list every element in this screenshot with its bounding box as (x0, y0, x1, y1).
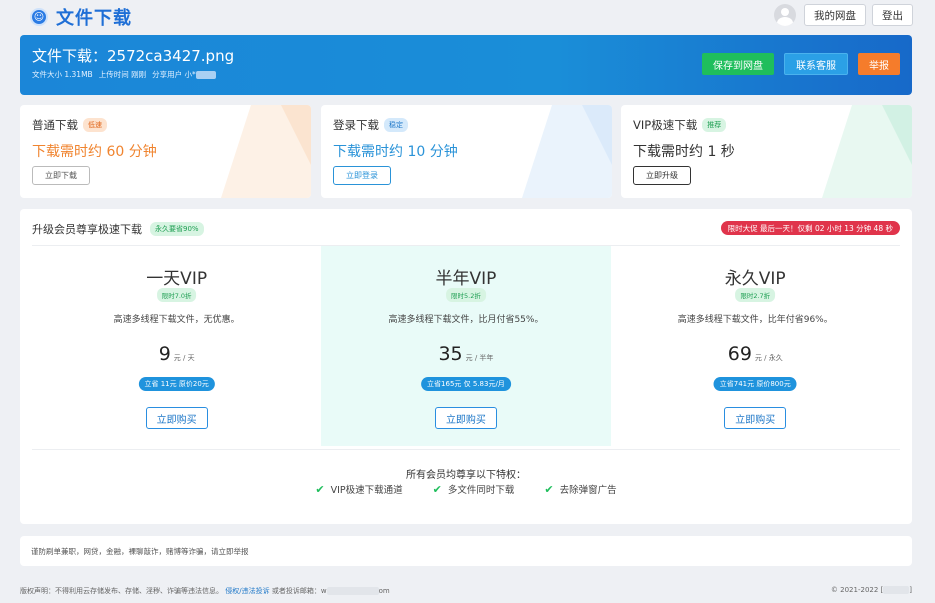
email-end: om (378, 587, 390, 595)
plan-forever: 永久VIP 限时2.7折 高速多线程下载文件，比年付省96%。 69 元 / 永久… (611, 246, 900, 446)
download-time: 下载需时约 10 分钟 (333, 144, 458, 160)
card-header: 登录下载 稳定 (333, 117, 408, 133)
price-unit: 元 / 半年 (465, 354, 494, 362)
plan-name: 永久VIP (724, 269, 786, 289)
avatar[interactable] (774, 4, 796, 26)
upgrade-now-button[interactable]: 立即升级 (633, 166, 691, 185)
plan-day: 一天VIP 限时7.0折 高速多线程下载文件，无优惠。 9元 / 天 立省 11… (32, 246, 321, 446)
check-icon: ✔ (544, 482, 554, 496)
plan-description: 高速多线程下载文件，无优惠。 (113, 315, 240, 325)
contact-service-button[interactable]: 联系客服 (784, 53, 848, 75)
complaint-link[interactable]: 侵权/违法投诉 (225, 587, 269, 595)
file-size: 文件大小 1.31MB (32, 70, 93, 79)
plan-name: 半年VIP (435, 269, 497, 289)
upload-time: 上传时间 刚刚 (98, 70, 147, 79)
my-disk-button[interactable]: 我的网盘 (804, 4, 866, 26)
card-title: VIP极速下载 (633, 118, 698, 132)
file-title: 文件下载：2572ca3427.png (32, 47, 235, 65)
login-now-button[interactable]: 立即登录 (333, 166, 391, 185)
speed-tag: 稳定 (384, 118, 408, 132)
footer-text: 版权声明：不得利用云存储发布、存储、淫秽、诈骗等违法信息。 (20, 587, 223, 595)
perk-label: 去除弹窗广告 (559, 485, 617, 496)
plan-price: 35 元 / 半年 (321, 343, 610, 365)
copyright: © 2021-2022 [] (831, 586, 912, 594)
sharer-info: 分享用户 小* (152, 69, 216, 80)
blurred-site-name (883, 586, 910, 594)
notice-text: 谨防刷单兼职，网贷，金融，裸聊敲诈，赌博等诈骗，请立即举报 (31, 547, 249, 556)
check-icon: ✔ (432, 482, 442, 496)
plan-price: 9元 / 天 (32, 343, 321, 365)
speed-tag: 推荐 (702, 118, 727, 132)
user-area: 我的网盘 登出 (774, 4, 913, 26)
price-unit: 元 / 永久 (754, 354, 783, 362)
file-banner: 文件下载：2572ca3427.png 文件大小 1.31MB 上传时间 刚刚 … (20, 35, 912, 95)
price-number: 9 (158, 343, 171, 365)
file-meta: 文件大小 1.31MB 上传时间 刚刚 分享用户 小* (32, 69, 216, 80)
price-number: 35 (438, 343, 463, 365)
blurred-email (326, 587, 379, 595)
plan-discount: 限时5.2折 (446, 288, 486, 302)
vip-download-card: VIP极速下载 推荐 下载需时约 1 秒 立即升级 (621, 105, 912, 198)
card-header: 普通下载 低速 (32, 117, 107, 133)
perks-list: ✔ VIP极速下载通道 ✔ 多文件同时下载 ✔ 去除弹窗广告 (20, 482, 912, 497)
email-label: 或者投诉邮箱：w (271, 587, 327, 595)
check-icon: ✔ (315, 482, 325, 496)
logout-button[interactable]: 登出 (872, 4, 913, 26)
blurred-username (195, 71, 216, 79)
vip-plans: 一天VIP 限时7.0折 高速多线程下载文件，无优惠。 9元 / 天 立省 11… (32, 246, 900, 446)
save-to-disk-button[interactable]: 保存到网盘 (702, 53, 774, 75)
logo-icon: ☺ (30, 8, 48, 26)
card-decoration (221, 105, 311, 198)
vip-section-title: 升级会员尊享极速下载 永久要省90% (32, 221, 204, 237)
card-decoration (522, 105, 612, 198)
vip-title-text: 升级会员尊享极速下载 (32, 223, 142, 236)
site-title: 文件下载 (56, 8, 132, 29)
card-decoration (822, 105, 912, 198)
perk-item: ✔ 去除弹窗广告 (544, 482, 617, 497)
plan-discount: 限时2.7折 (735, 288, 776, 302)
card-header: VIP极速下载 推荐 (633, 117, 727, 133)
speed-tag: 低速 (83, 118, 107, 132)
login-download-card: 登录下载 稳定 下载需时约 10 分钟 立即登录 (321, 105, 612, 198)
perk-label: VIP极速下载通道 (330, 485, 403, 496)
plan-discount: 限时7.0折 (156, 288, 197, 302)
perk-item: ✔ VIP极速下载通道 (315, 482, 403, 497)
top-bar: ☺ 文件下载 我的网盘 登出 (0, 0, 935, 32)
vip-title-tag: 永久要省90% (150, 222, 204, 236)
price-number: 69 (727, 343, 752, 365)
buy-now-button[interactable]: 立即购买 (724, 407, 787, 429)
plan-name: 一天VIP (146, 269, 208, 289)
banner-actions: 保存到网盘 联系客服 举报 (702, 53, 900, 75)
buy-now-button[interactable]: 立即购买 (434, 407, 497, 429)
countdown-badge: 限时大促 最后一天！仅剩 02 小时 13 分钟 48 秒 (720, 221, 900, 235)
normal-download-card: 普通下载 低速 下载需时约 60 分钟 立即下载 (20, 105, 311, 198)
plan-price: 69 元 / 永久 (611, 343, 900, 365)
price-unit: 元 / 天 (173, 354, 195, 362)
perk-item: ✔ 多文件同时下载 (432, 482, 515, 497)
card-title: 普通下载 (32, 118, 78, 132)
fraud-notice: 谨防刷单兼职，网贷，金融，裸聊敲诈，赌博等诈骗，请立即举报 (20, 536, 912, 566)
perks-title: 所有会员均尊享以下特权： (406, 470, 526, 481)
plan-savings: 立省741元 原价800元 (713, 377, 797, 391)
divider (32, 449, 900, 450)
buy-now-button[interactable]: 立即购买 (145, 407, 208, 429)
logo[interactable]: ☺ 文件下载 (30, 4, 132, 30)
report-button[interactable]: 举报 (858, 53, 900, 75)
copyright-text: © 2021-2022 [ (830, 586, 884, 594)
copyright-end: ] (909, 586, 912, 594)
perk-label: 多文件同时下载 (447, 485, 515, 496)
footer: 版权声明：不得利用云存储发布、存储、淫秽、诈骗等违法信息。 侵权/违法投诉 或者… (20, 586, 912, 598)
plan-description: 高速多线程下载文件，比年付省96%。 (677, 315, 833, 325)
vip-panel: 升级会员尊享极速下载 永久要省90% 限时大促 最后一天！仅剩 02 小时 13… (20, 209, 912, 524)
plan-savings: 立省 11元 原价20元 (138, 377, 215, 391)
download-now-button[interactable]: 立即下载 (32, 166, 90, 185)
download-time: 下载需时约 60 分钟 (32, 144, 157, 160)
card-title: 登录下载 (333, 118, 379, 132)
footer-disclaimer: 版权声明：不得利用云存储发布、存储、淫秽、诈骗等违法信息。 侵权/违法投诉 或者… (20, 586, 390, 596)
sharer-name: 分享用户 小* (152, 70, 196, 79)
plan-savings: 立省165元 仅 5.83元/月 (421, 377, 511, 391)
download-time: 下载需时约 1 秒 (633, 144, 735, 160)
plan-half-year: 半年VIP 限时5.2折 高速多线程下载文件，比月付省55%。 35 元 / 半年… (321, 246, 611, 446)
plan-description: 高速多线程下载文件，比月付省55%。 (388, 315, 544, 325)
